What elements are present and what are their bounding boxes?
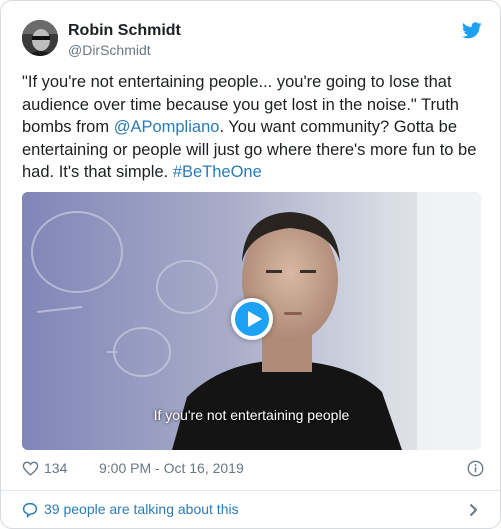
tweet-meta: 134 9:00 PM - Oct 16, 2019: [22, 459, 484, 479]
conversation-link[interactable]: 39 people are talking about this: [22, 500, 484, 520]
mention-link[interactable]: @APompliano: [114, 118, 220, 136]
author-name[interactable]: Robin Schmidt: [68, 22, 181, 40]
play-icon[interactable]: [231, 298, 273, 340]
tweet-header: Robin Schmidt @DirSchmidt: [22, 18, 482, 62]
divider: [1, 490, 500, 491]
info-icon[interactable]: [467, 460, 484, 477]
timestamp[interactable]: 9:00 PM - Oct 16, 2019: [99, 460, 244, 476]
chevron-right-icon[interactable]: [469, 503, 478, 517]
video-player[interactable]: If you're not entertaining people: [22, 192, 481, 450]
video-caption: If you're not entertaining people: [153, 407, 350, 423]
tweet-card: Robin Schmidt @DirSchmidt "If you're not…: [0, 0, 501, 529]
avatar[interactable]: [22, 20, 58, 56]
author-handle[interactable]: @DirSchmidt: [68, 42, 151, 58]
talking-count-text[interactable]: 39 people are talking about this: [44, 501, 239, 517]
hashtag-link[interactable]: #BeTheOne: [173, 163, 262, 181]
like-count: 134: [44, 460, 68, 476]
heart-icon[interactable]: [22, 461, 39, 476]
speech-bubble-icon: [22, 502, 38, 518]
tweet-text: "If you're not entertaining people... yo…: [22, 71, 484, 184]
twitter-bird-icon[interactable]: [462, 22, 482, 39]
